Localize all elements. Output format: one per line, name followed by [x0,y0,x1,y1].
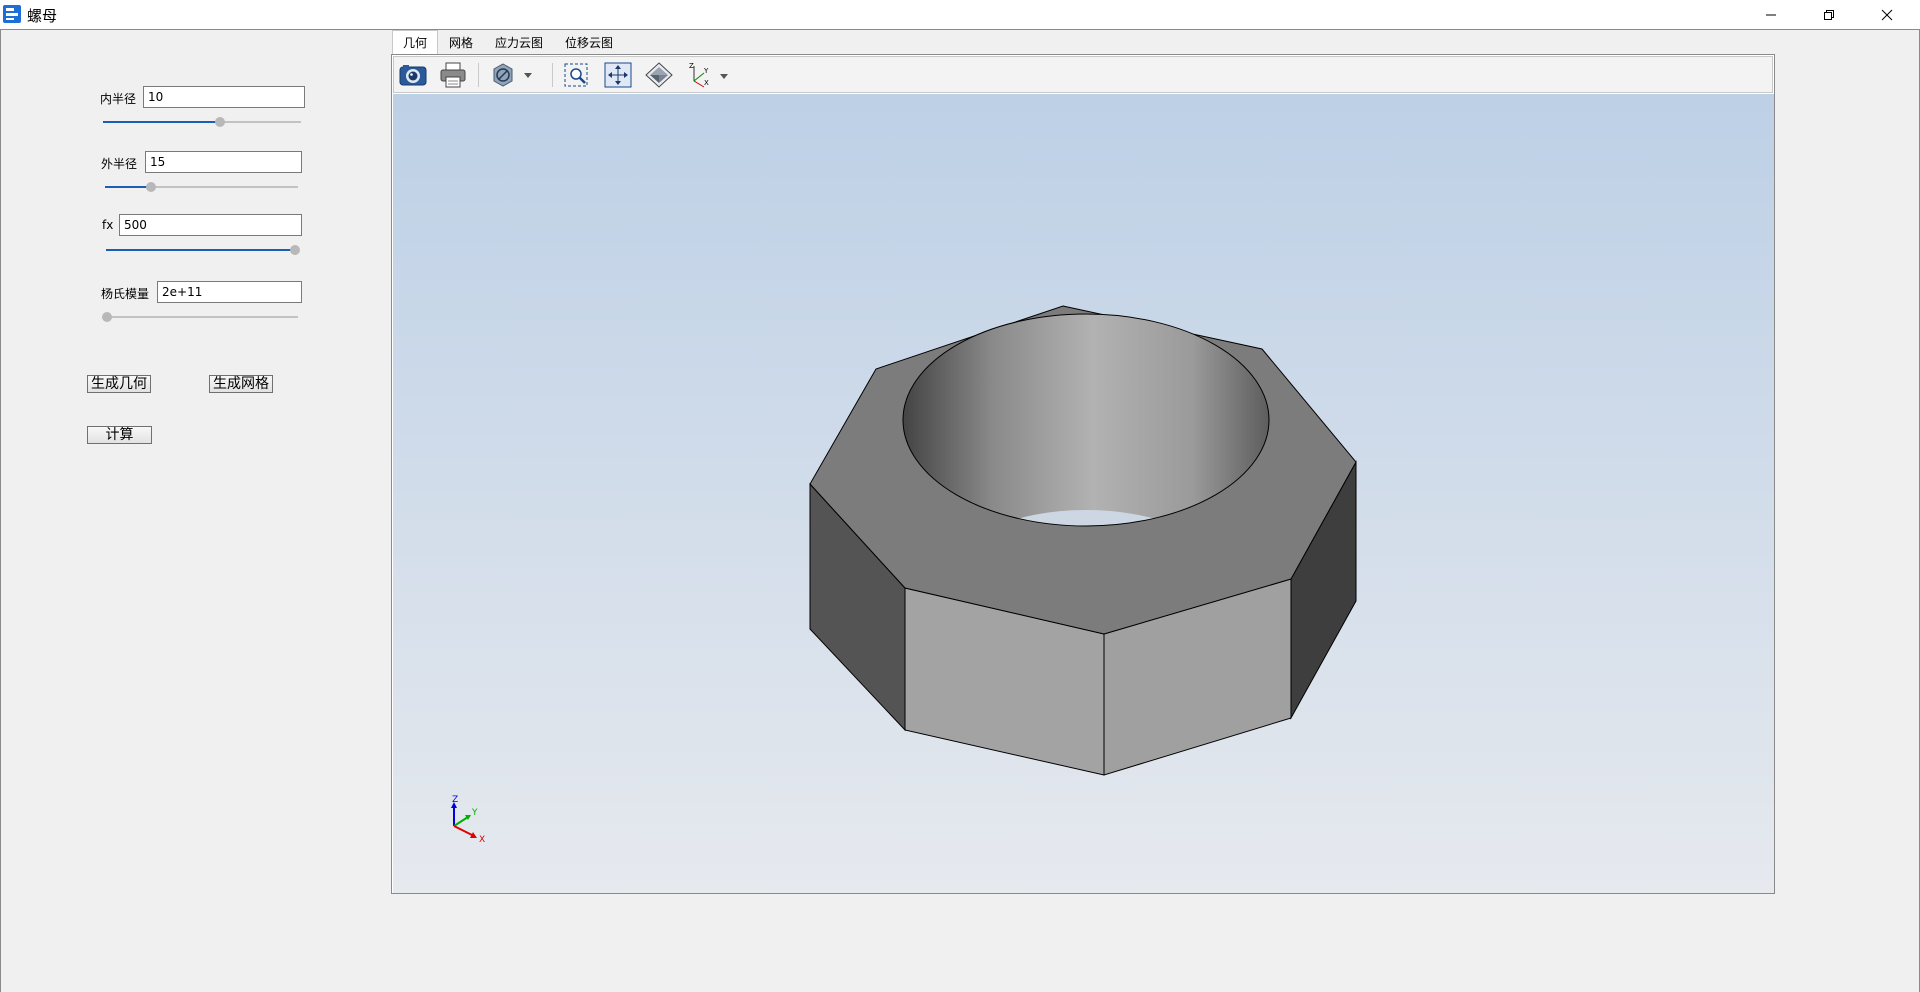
youngs-modulus-label: 杨氏模量 [101,287,150,301]
tab-mesh[interactable]: 网格 [438,30,484,55]
close-icon [1881,9,1893,20]
slider-thumb[interactable] [102,312,112,322]
orientation-triad: Z Y X [451,795,485,845]
axes-icon: Z Y X [689,62,728,88]
view-iso-icon [645,62,673,88]
app-icon [3,5,21,23]
outer-radius-label: 外半径 [101,157,138,171]
youngs-modulus-input[interactable] [157,281,302,303]
tab-stress-contour[interactable]: 应力云图 [484,30,554,55]
compute-button[interactable]: 计算 [87,426,152,444]
camera-icon [399,65,427,86]
svg-text:Y: Y [703,67,709,75]
tab-geometry[interactable]: 几何 [392,30,439,55]
zoom-box-icon [564,63,588,87]
generate-geometry-button[interactable]: 生成几何 [87,375,151,393]
zoom-box-button[interactable] [562,61,592,89]
display-mode-icon [493,63,532,87]
hex-nut-model[interactable]: Z Y X [393,94,1774,893]
3d-viewport[interactable]: Z Y X [393,94,1774,893]
triad-y-label: Y [471,808,478,818]
triad-z-label: Z [452,795,458,805]
fit-all-icon [604,62,632,88]
generate-mesh-button[interactable]: 生成网格 [209,375,273,393]
svg-text:X: X [704,79,709,87]
screenshot-button[interactable] [398,61,428,89]
view-iso-button[interactable] [644,61,674,89]
outer-radius-input[interactable] [145,151,302,173]
outer-radius-slider[interactable] [105,181,298,193]
fx-label: fx [102,218,114,232]
fx-input[interactable] [119,214,302,236]
close-button[interactable] [1864,0,1910,29]
title-bar: 螺母 [0,0,1920,29]
fit-all-button[interactable] [603,61,633,89]
slider-thumb[interactable] [214,117,225,127]
fx-slider[interactable] [106,244,300,256]
svg-text:Z: Z [689,62,694,70]
triad-x-label: X [479,835,485,845]
minimize-icon [1766,14,1776,15]
window-title: 螺母 [27,7,58,25]
slider-thumb[interactable] [290,245,300,255]
viewer-toolbar: Z Y X [393,56,1773,93]
slider-thumb[interactable] [146,182,157,192]
tab-displacement-contour[interactable]: 位移云图 [554,30,624,55]
restore-icon [1824,9,1834,20]
inner-radius-label: 内半径 [100,92,137,106]
axes-view-dropdown[interactable]: Z Y X [686,61,732,89]
inner-radius-input[interactable] [143,86,305,108]
youngs-modulus-slider[interactable] [102,311,298,323]
viewer-panel: Z Y X Z Y X [391,54,1775,894]
restore-button[interactable] [1806,0,1852,29]
inner-radius-slider[interactable] [103,116,301,128]
minimize-button[interactable] [1748,0,1794,29]
printer-icon [440,62,466,88]
print-button[interactable] [438,61,468,89]
view-tabs: 几何 网格 应力云图 位移云图 [392,30,624,55]
display-mode-dropdown[interactable] [490,61,536,89]
